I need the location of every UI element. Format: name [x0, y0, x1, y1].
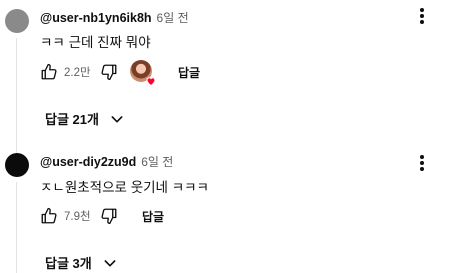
author-name[interactable]: @user-nb1yn6ik8h	[40, 11, 152, 25]
view-replies-button[interactable]: 답글 3개	[45, 253, 118, 272]
thread-line	[16, 38, 17, 158]
thread-line	[16, 182, 17, 273]
thumbs-up-icon[interactable]	[40, 207, 58, 225]
view-replies-button[interactable]: 답글 21개	[45, 109, 125, 128]
creator-heart-badge[interactable]	[130, 60, 156, 87]
comment-actions: 2.2만 답글	[40, 60, 200, 87]
chevron-down-icon	[111, 115, 123, 122]
replies-count-label: 답글 21개	[45, 112, 99, 127]
reply-button[interactable]: 답글	[178, 64, 200, 81]
comment-text: ㅋㅋ 근데 진짜 뭐야	[40, 35, 151, 50]
thumbs-down-icon[interactable]	[100, 63, 118, 81]
thumbs-up-icon[interactable]	[40, 63, 58, 81]
comment-header: @user-nb1yn6ik8h 6일 전	[40, 9, 189, 26]
thumbs-down-icon[interactable]	[100, 207, 118, 225]
comment-thread: @user-nb1yn6ik8h 6일 전 ㅋㅋ 근데 진짜 뭐야 2.2만 답…	[0, 0, 451, 158]
like-count: 2.2만	[64, 67, 91, 79]
replies-count-label: 답글 3개	[45, 256, 92, 271]
heart-icon	[146, 77, 156, 87]
reply-button[interactable]: 답글	[142, 208, 164, 225]
more-vertical-icon[interactable]	[415, 153, 429, 173]
comment-time[interactable]: 6일 전	[141, 153, 173, 170]
comment-header: @user-diy2zu9d 6일 전	[40, 153, 173, 170]
chevron-down-icon	[104, 259, 116, 266]
more-vertical-icon[interactable]	[415, 6, 429, 26]
comment-thread: @user-diy2zu9d 6일 전 ㅈㄴ원초적으로 웃기네 ㅋㅋㅋ 7.9천…	[0, 148, 451, 273]
comment-actions: 7.9천 답글	[40, 204, 164, 228]
like-count: 7.9천	[64, 211, 91, 223]
comment-time[interactable]: 6일 전	[157, 9, 189, 26]
avatar[interactable]	[5, 153, 29, 177]
avatar[interactable]	[5, 9, 29, 33]
author-name[interactable]: @user-diy2zu9d	[40, 155, 136, 169]
comment-text: ㅈㄴ원초적으로 웃기네 ㅋㅋㅋ	[40, 180, 209, 195]
